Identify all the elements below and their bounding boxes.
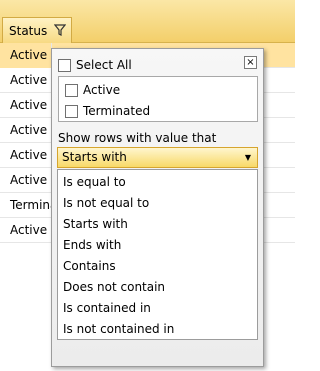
status-column-header[interactable]: Status — [2, 17, 72, 43]
select-all-checkbox[interactable]: Select All — [58, 58, 132, 72]
grid-header: Status — [0, 0, 295, 43]
condition-options-list: Is equal to Is not equal to Starts with … — [57, 169, 258, 340]
option-is-equal-to[interactable]: Is equal to — [63, 172, 126, 193]
status-cell[interactable]: Terminated — [0, 193, 52, 218]
option-is-not-equal-to[interactable]: Is not equal to — [63, 193, 149, 214]
option-ends-with[interactable]: Ends with — [63, 235, 121, 256]
dropdown-selected-value: Starts with — [62, 150, 127, 164]
filter-icon[interactable] — [53, 23, 67, 37]
checkbox-box[interactable] — [65, 83, 78, 97]
option-is-contained-in[interactable]: Is contained in — [63, 298, 151, 319]
status-cell[interactable]: Active — [0, 68, 52, 93]
checkbox-box[interactable] — [65, 104, 78, 118]
option-contains[interactable]: Contains — [63, 256, 116, 277]
option-starts-with[interactable]: Starts with — [63, 214, 128, 235]
filter-popup: Select All × Active Terminated Show rows… — [51, 48, 264, 367]
column-title: Status — [9, 23, 48, 38]
distinct-values-list: Active Terminated — [58, 76, 258, 122]
checkbox-box[interactable] — [58, 58, 71, 72]
close-icon[interactable]: × — [244, 56, 257, 69]
option-is-not-contained-in[interactable]: Is not contained in — [63, 319, 174, 340]
condition-dropdown[interactable]: Starts with ▼ — [57, 147, 258, 168]
status-cell[interactable]: Active — [0, 43, 52, 68]
status-cell[interactable]: Active — [0, 168, 52, 193]
value-label: Terminated — [83, 104, 151, 118]
status-cell[interactable]: Active — [0, 93, 52, 118]
chevron-down-icon[interactable]: ▼ — [245, 148, 251, 167]
value-label: Active — [83, 83, 121, 97]
condition-label: Show rows with value that — [58, 131, 217, 145]
select-all-label: Select All — [76, 58, 132, 72]
status-cell[interactable]: Active — [0, 143, 52, 168]
status-cell[interactable]: Active — [0, 118, 52, 143]
value-checkbox-terminated[interactable]: Terminated — [65, 104, 150, 118]
option-does-not-contain[interactable]: Does not contain — [63, 277, 165, 298]
status-cell[interactable]: Active — [0, 218, 52, 243]
value-checkbox-active[interactable]: Active — [65, 83, 120, 97]
